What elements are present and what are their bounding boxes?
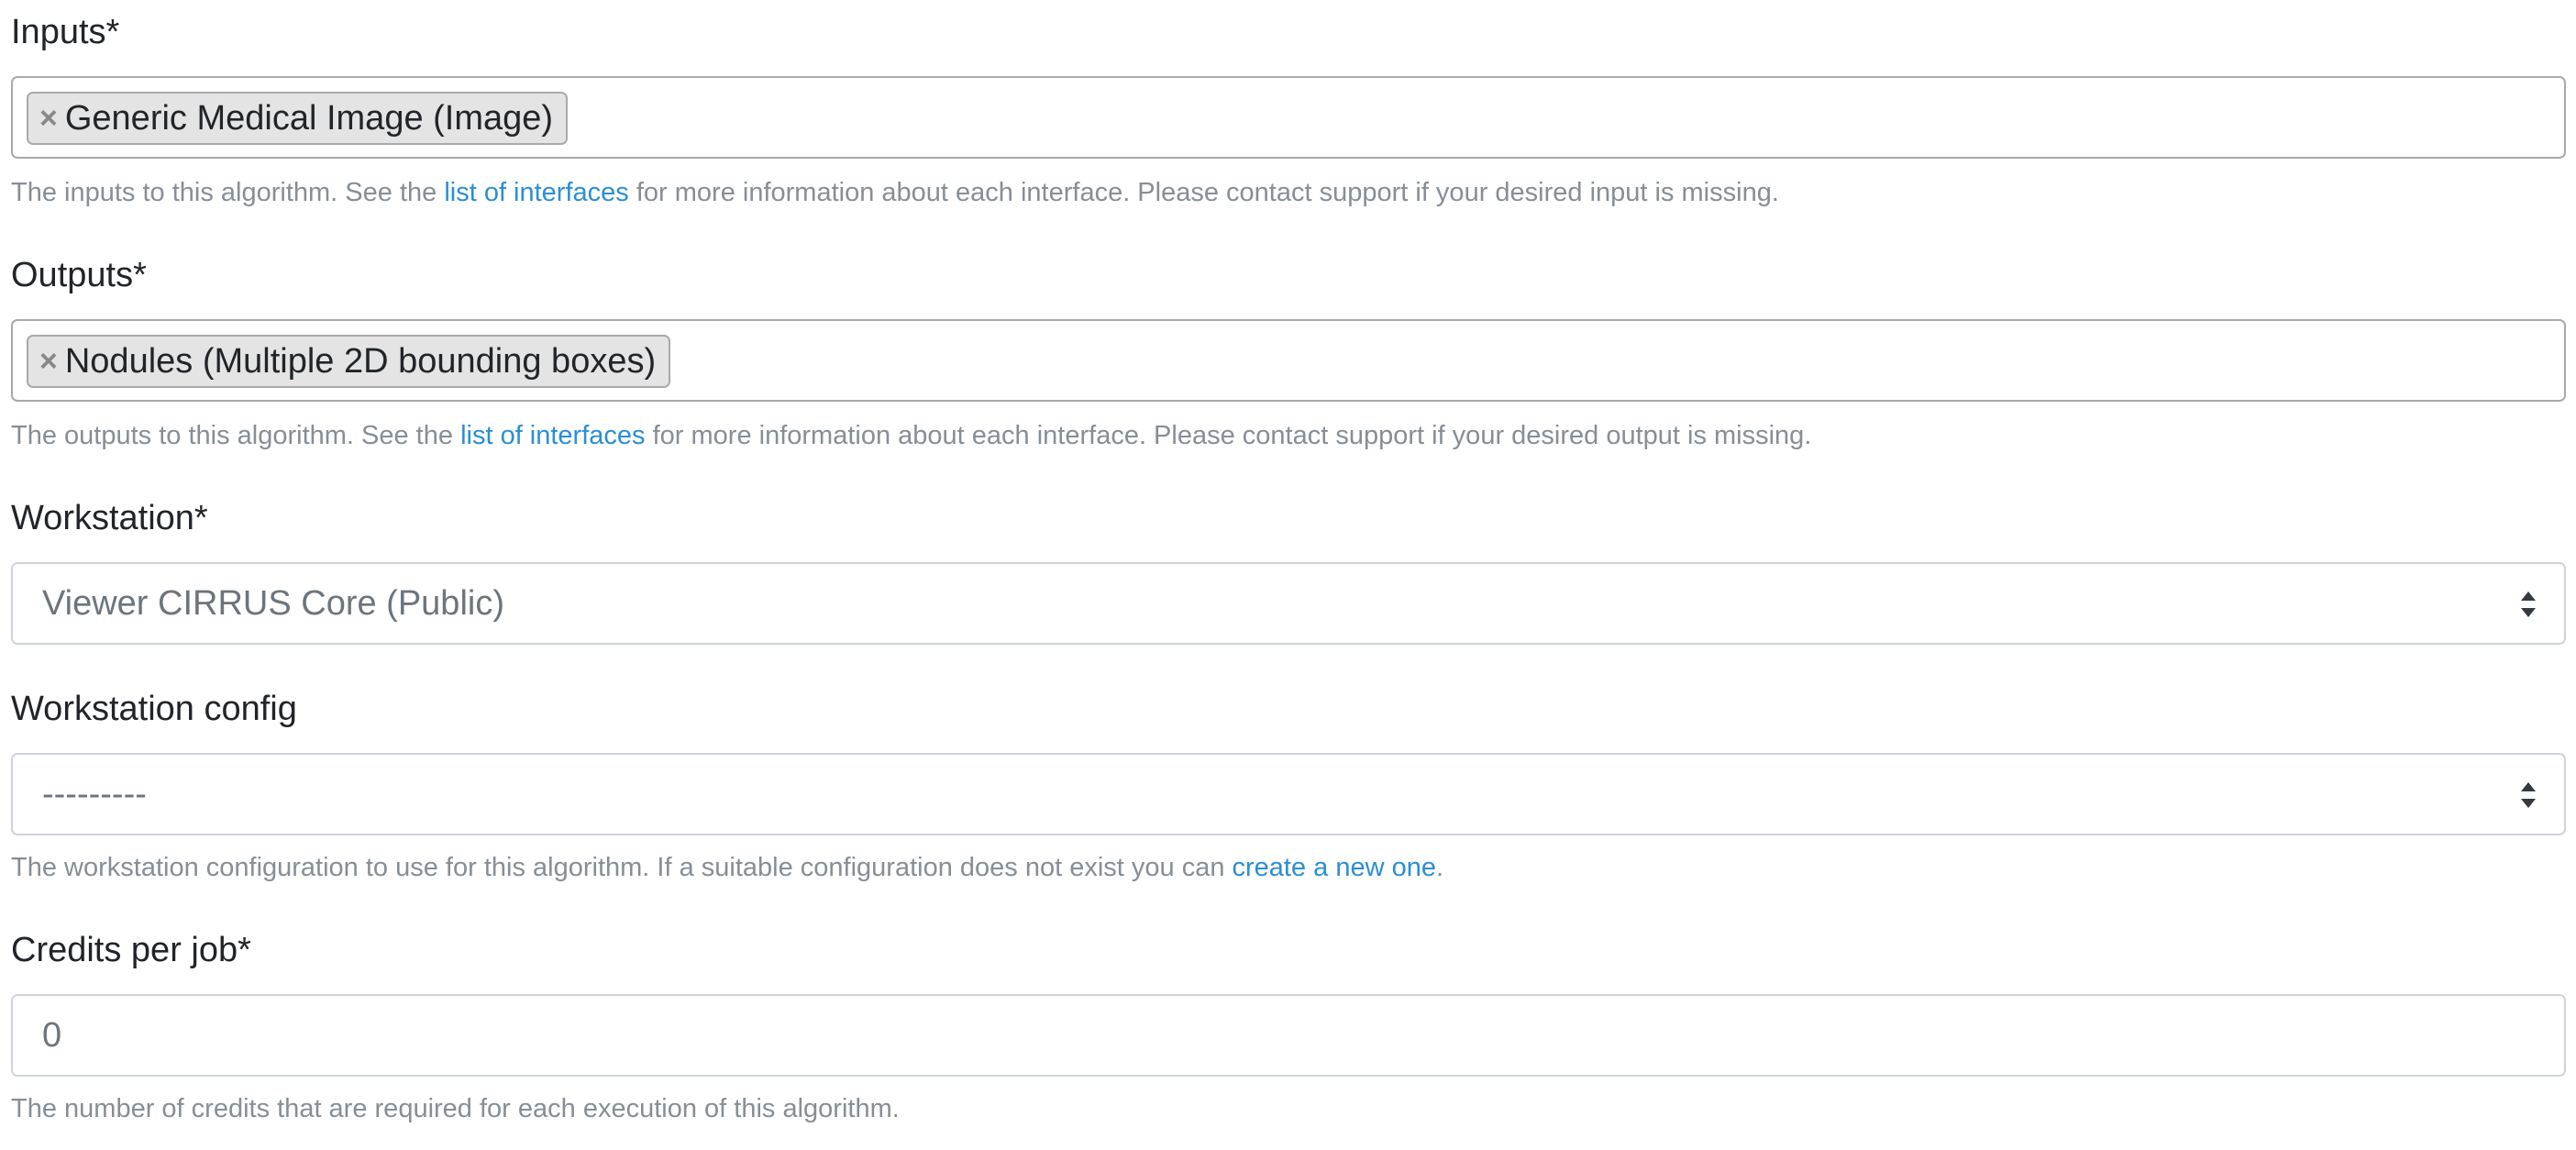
workstation-config-selected-value: --------- (42, 775, 147, 813)
outputs-multiselect[interactable]: × Nodules (Multiple 2D bounding boxes) (11, 319, 2566, 402)
input-chip-label: Generic Medical Image (Image) (64, 98, 554, 138)
workstation-config-label: Workstation config (11, 690, 297, 728)
workstation-selected-value: Viewer CIRRUS Core (Public) (42, 584, 504, 623)
workstation-label: Workstation* (11, 499, 208, 537)
input-chip: × Generic Medical Image (Image) (27, 92, 569, 145)
inputs-help-suffix: for more information about each interfac… (628, 178, 1779, 207)
list-of-interfaces-link[interactable]: list of interfaces (460, 421, 645, 450)
output-chip-label: Nodules (Multiple 2D bounding boxes) (64, 341, 657, 381)
outputs-help-prefix: The outputs to this algorithm. See the (11, 421, 461, 450)
output-chip: × Nodules (Multiple 2D bounding boxes) (27, 335, 671, 388)
workstation-config-help-text: The workstation configuration to use for… (11, 851, 1443, 884)
inputs-help-prefix: The inputs to this algorithm. See the (11, 178, 445, 207)
select-arrows-icon (2520, 780, 2537, 810)
credits-field[interactable] (11, 994, 2566, 1077)
inputs-help-text: The inputs to this algorithm. See the li… (11, 176, 1779, 209)
inputs-label: Inputs* (11, 13, 120, 51)
workstation-config-help-suffix: . (1436, 853, 1444, 882)
workstation-config-select[interactable]: --------- (11, 753, 2566, 835)
workstation-select[interactable]: Viewer CIRRUS Core (Public) (11, 562, 2566, 645)
credits-input[interactable] (42, 996, 2518, 1075)
workstation-config-help-prefix: The workstation configuration to use for… (11, 853, 1233, 882)
credits-label: Credits per job* (11, 931, 251, 969)
list-of-interfaces-link[interactable]: list of interfaces (444, 178, 628, 207)
inputs-multiselect[interactable]: × Generic Medical Image (Image) (11, 76, 2566, 159)
credits-help-text: The number of credits that are required … (11, 1094, 900, 1123)
outputs-help-text: The outputs to this algorithm. See the l… (11, 419, 1811, 452)
remove-chip-icon[interactable]: × (39, 101, 58, 137)
algorithm-form: Inputs* × Generic Medical Image (Image) … (0, 0, 2576, 1150)
outputs-help-suffix: for more information about each interfac… (645, 421, 1812, 450)
select-arrows-icon (2520, 590, 2537, 619)
remove-chip-icon[interactable]: × (39, 344, 58, 380)
outputs-label: Outputs* (11, 256, 147, 294)
create-new-config-link[interactable]: create a new one (1233, 853, 1436, 882)
